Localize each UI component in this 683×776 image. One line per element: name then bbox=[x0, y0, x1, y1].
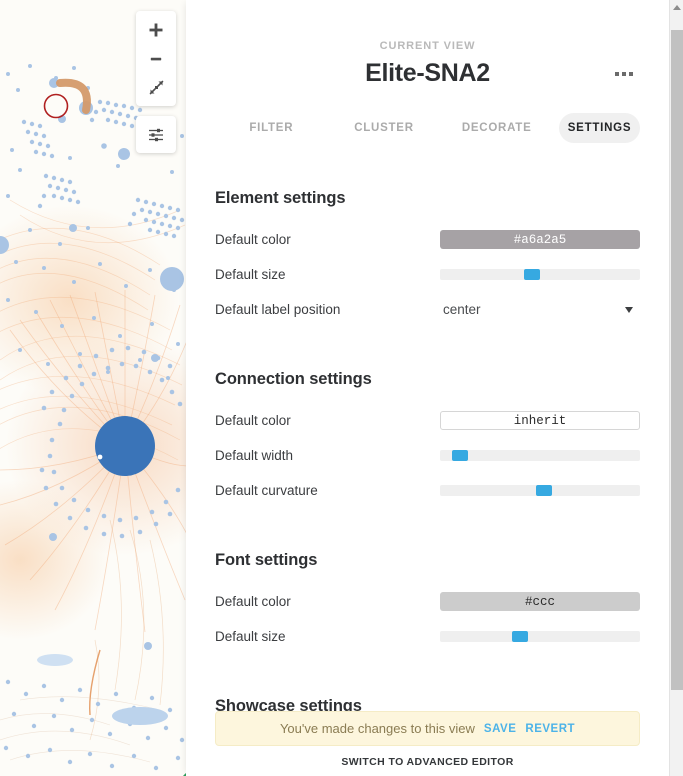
connection-settings-title: Connection settings bbox=[215, 370, 372, 388]
element-settings-title: Element settings bbox=[215, 189, 346, 207]
chevron-down-icon bbox=[625, 306, 633, 313]
connection-settings-section: Connection settings Default color Defaul… bbox=[186, 370, 669, 508]
unsaved-changes-notice: You've made changes to this view SAVE RE… bbox=[215, 711, 640, 746]
element-default-size-slider[interactable] bbox=[440, 269, 640, 280]
scrollbar-thumb[interactable] bbox=[671, 30, 683, 690]
tab-settings[interactable]: SETTINGS bbox=[559, 113, 641, 143]
tab-filter[interactable]: FILTER bbox=[215, 113, 328, 143]
fit-to-screen-button[interactable] bbox=[136, 73, 176, 102]
font-settings-section: Font settings Default color #ccc Default… bbox=[186, 551, 669, 654]
connection-default-width-label: Default width bbox=[215, 448, 294, 463]
switch-to-advanced-editor-link[interactable]: SWITCH TO ADVANCED EDITOR bbox=[215, 756, 640, 768]
font-default-color-label: Default color bbox=[215, 594, 291, 609]
app-root: CURRENT VIEW Elite-SNA2 FILTER CLUSTER D… bbox=[0, 0, 683, 776]
element-default-color-swatch[interactable]: #a6a2a5 bbox=[440, 230, 640, 249]
save-button[interactable]: SAVE bbox=[484, 723, 516, 735]
font-default-size-label: Default size bbox=[215, 629, 286, 644]
select-value: center bbox=[443, 302, 481, 317]
zoom-in-button[interactable] bbox=[136, 15, 176, 44]
element-label-position-select[interactable]: center bbox=[440, 302, 640, 317]
element-label-position-row: Default label position center bbox=[215, 292, 640, 327]
connection-default-curvature-row: Default curvature bbox=[215, 473, 640, 508]
scroll-up-arrow-icon bbox=[672, 5, 681, 10]
tab-cluster[interactable]: CLUSTER bbox=[328, 113, 441, 143]
connection-default-color-label: Default color bbox=[215, 413, 291, 428]
connection-default-color-input[interactable] bbox=[440, 411, 640, 431]
element-default-color-row: Default color #a6a2a5 bbox=[215, 222, 640, 257]
element-settings-section: Element settings Default color #a6a2a5 D… bbox=[186, 189, 669, 327]
overflow-menu-button[interactable] bbox=[615, 72, 633, 76]
sliders-icon bbox=[149, 128, 163, 141]
font-default-color-row: Default color #ccc bbox=[215, 584, 640, 619]
zoom-toolbar bbox=[136, 11, 176, 106]
font-default-size-slider[interactable] bbox=[440, 631, 640, 642]
element-default-color-label: Default color bbox=[215, 232, 291, 247]
filters-toolbar bbox=[136, 116, 176, 153]
zoom-in-icon bbox=[149, 23, 163, 36]
panel-tabs: FILTER CLUSTER DECORATE SETTINGS bbox=[186, 113, 669, 143]
connection-default-curvature-slider[interactable] bbox=[440, 485, 640, 496]
more-options-icon bbox=[622, 72, 626, 76]
element-default-size-row: Default size bbox=[215, 257, 640, 292]
view-title: Elite-SNA2 bbox=[365, 59, 490, 87]
current-view-eyebrow: CURRENT VIEW bbox=[379, 40, 476, 52]
filters-button[interactable] bbox=[136, 120, 176, 149]
fit-to-screen-icon bbox=[149, 80, 163, 95]
slider-thumb[interactable] bbox=[536, 485, 552, 496]
panel-scrollbar[interactable] bbox=[669, 0, 683, 776]
slider-thumb[interactable] bbox=[452, 450, 468, 461]
font-default-color-swatch[interactable]: #ccc bbox=[440, 592, 640, 611]
zoom-out-button[interactable] bbox=[136, 44, 176, 73]
font-settings-title: Font settings bbox=[215, 551, 318, 569]
connection-default-width-slider[interactable] bbox=[440, 450, 640, 461]
tab-decorate[interactable]: DECORATE bbox=[440, 113, 553, 143]
element-label-position-label: Default label position bbox=[215, 302, 341, 317]
element-default-size-label: Default size bbox=[215, 267, 286, 282]
slider-thumb[interactable] bbox=[524, 269, 540, 280]
scroll-up-button[interactable] bbox=[670, 0, 683, 15]
slider-thumb[interactable] bbox=[512, 631, 528, 642]
connection-default-width-row: Default width bbox=[215, 438, 640, 473]
panel-footer: You've made changes to this view SAVE RE… bbox=[186, 711, 669, 776]
notice-message: You've made changes to this view bbox=[279, 721, 475, 736]
revert-button[interactable]: REVERT bbox=[525, 723, 575, 735]
connection-default-color-row: Default color bbox=[215, 403, 640, 438]
zoom-out-icon bbox=[150, 57, 162, 60]
more-options-icon bbox=[629, 72, 633, 76]
connection-default-curvature-label: Default curvature bbox=[215, 483, 318, 498]
more-options-icon bbox=[615, 72, 619, 76]
font-default-size-row: Default size bbox=[215, 619, 640, 654]
settings-panel: CURRENT VIEW Elite-SNA2 FILTER CLUSTER D… bbox=[186, 0, 669, 776]
